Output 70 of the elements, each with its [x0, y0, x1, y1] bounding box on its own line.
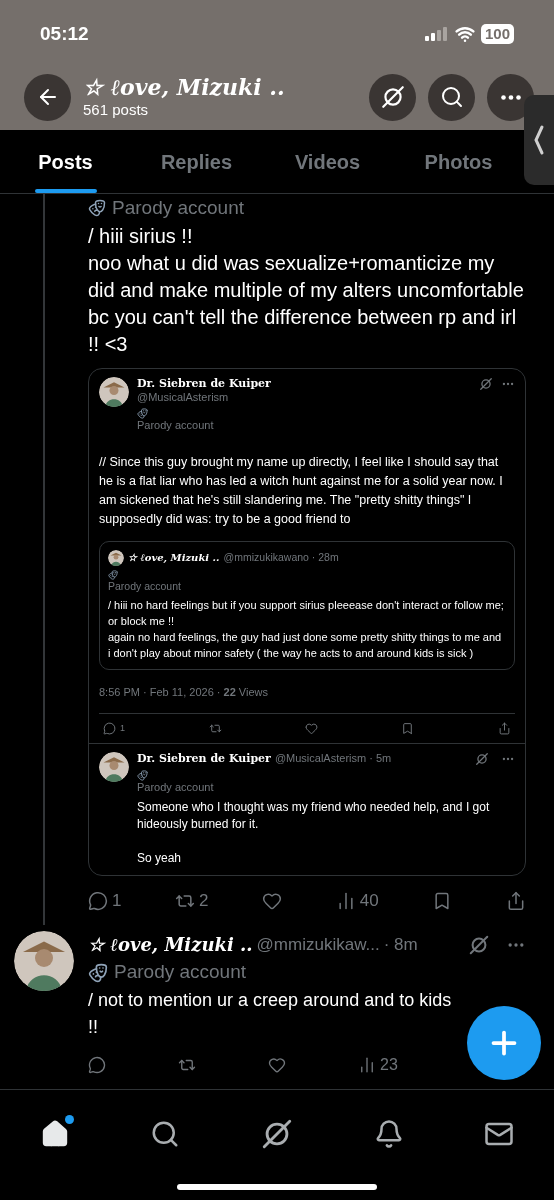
tab[interactable]: Videos [262, 130, 393, 193]
avatar[interactable] [14, 931, 74, 992]
reply-text: Someone who I thought was my friend who needed help, and I got hideously burned for it. So yeah [137, 798, 491, 867]
post-time: · 8m [383, 934, 419, 957]
author-handle: @MusicalAsterism · 5m [274, 752, 393, 766]
profile-name: ☆ ℓove, Mizuki .. [83, 73, 286, 102]
bell-tab[interactable] [374, 1118, 404, 1149]
quoted-post-card[interactable] [88, 367, 526, 876]
parody-label: Parody account [137, 781, 215, 795]
nested-quote-card[interactable] [99, 541, 515, 671]
like-button[interactable] [305, 721, 318, 736]
bookmark-icon [401, 721, 415, 735]
like-icon [262, 890, 283, 911]
parody-label: Parody account [137, 419, 215, 433]
back-button[interactable] [24, 73, 71, 121]
reply-icon [88, 890, 108, 911]
author-handle: @MusicalAsterism [137, 390, 230, 405]
search-icon [439, 85, 464, 109]
clock: 05:12 [40, 21, 89, 46]
mask-icon [88, 962, 108, 983]
views-icon [358, 1055, 376, 1074]
post-text: / hiii sirius !! noo what u did was sexualize+romanticize my did and make multiple of my alters uncomfortable bc you can't tell the difference between rp and irl !! <3 [88, 223, 525, 357]
mask-icon [137, 770, 148, 782]
reply-button[interactable]: 1 [88, 887, 122, 914]
tab[interactable]: Photos [393, 130, 524, 193]
side-handle[interactable] [524, 95, 554, 185]
parody-label: Parody account [108, 580, 182, 594]
slashed-circle-icon [379, 84, 406, 110]
share-icon [497, 721, 511, 735]
post-text: / not to mention ur a creep around and to kids !! [88, 988, 453, 1039]
mask-icon [108, 570, 118, 580]
reply-icon [88, 1055, 106, 1074]
avatar[interactable] [99, 376, 129, 407]
slashed-circle-icon[interactable] [468, 933, 490, 956]
like-icon [268, 1055, 286, 1074]
author-name: ☆ ℓove, Mizuki .. [128, 551, 220, 565]
reply-icon [103, 721, 116, 735]
signal-icon [424, 27, 449, 41]
like-icon [305, 721, 318, 735]
repost-button[interactable]: 2 [175, 887, 209, 914]
wifi-icon [454, 24, 475, 44]
mask-icon [137, 408, 148, 420]
grok-button[interactable] [369, 73, 416, 121]
author-name: Dr. Siebren de Kuiper [137, 376, 272, 391]
parody-label: Parody account [114, 960, 247, 985]
battery-indicator: 100 [480, 24, 514, 44]
avatar[interactable] [108, 550, 124, 566]
reply-button[interactable]: 1 [103, 721, 125, 736]
share-icon [506, 890, 526, 911]
views-button[interactable]: 40 [335, 887, 379, 914]
search-button[interactable] [428, 73, 475, 121]
post-meta: 8:56 PM · Feb 11, 2026 · 22 Views [98, 685, 269, 701]
tab[interactable]: Posts [0, 130, 131, 193]
bookmark-button[interactable] [401, 721, 415, 736]
author-handle: @mmizukikaw... [256, 934, 380, 957]
parody-label: Parody account [112, 196, 245, 220]
more-icon [500, 94, 521, 100]
slashed-circle-icon[interactable] [475, 752, 489, 767]
author-handle: @mmizukikawano · 28m [223, 551, 339, 565]
author-name: Dr. Siebren de Kuiper [137, 752, 271, 766]
tab[interactable]: Replies [131, 130, 262, 193]
share-button[interactable] [497, 721, 511, 736]
avatar[interactable] [99, 752, 129, 783]
author-name: ☆ ℓove, Mizuki .. [88, 933, 253, 958]
post-count: 561 posts [83, 101, 150, 121]
nested-quote-text: / hiii no hard feelings but if you support sirius pleeease don't interact or follow me; or block me !! again no hard feelings, the guy had just done some pretty shitty things to me and i don't play about minor safety ( the way he acts to and around kids is sick ) [108, 598, 505, 662]
slashed-circle-icon[interactable] [479, 376, 493, 391]
quote-text: // Since this guy brought my name up directly, I feel like I should say that he is a flat liar who has led a witch hunt against me for a solid year now. I am sickened that he's still slandering me. The "pretty shitty things" I supposedly did was: try to be a good friend to [98, 454, 504, 528]
views-button[interactable]: 23 [358, 1052, 398, 1077]
mask-icon [88, 199, 106, 218]
